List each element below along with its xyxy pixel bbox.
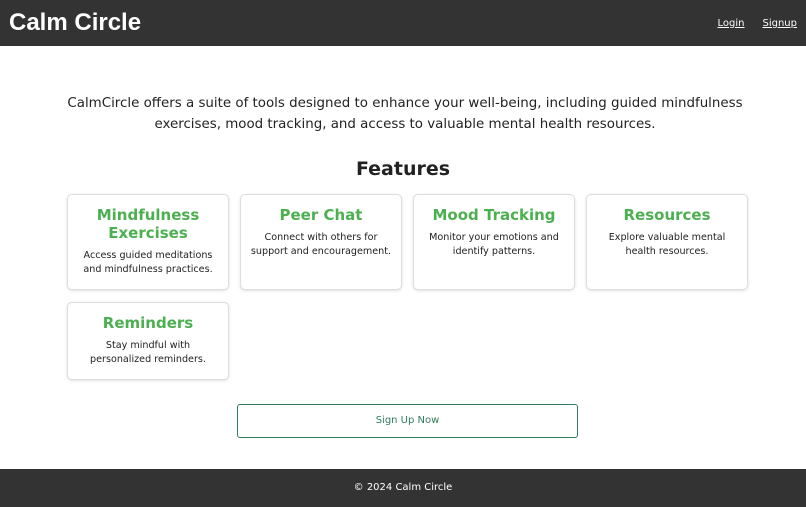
features-heading: Features (355, 158, 451, 180)
feature-card-description: Explore valuable mental health resources… (608, 232, 726, 257)
feature-card-description: Connect with others for support and enco… (250, 232, 392, 257)
site-footer: © 2024 Calm Circle (0, 469, 806, 507)
top-nav: Login Signup (718, 18, 797, 29)
intro-text: CalmCircle offers a suite of tools desig… (67, 96, 743, 132)
feature-card-resources: Resources Explore valuable mental health… (586, 194, 748, 290)
feature-card-title: Mindfulness Exercises (96, 206, 200, 242)
feature-card-title: Resources (623, 206, 711, 224)
feature-card-description: Monitor your emotions and identify patte… (429, 232, 559, 257)
site-header: Calm Circle Login Signup (0, 0, 806, 46)
copyright-text: © 2024 Calm Circle (353, 482, 453, 493)
feature-card-mood-tracking: Mood Tracking Monitor your emotions and … (413, 194, 575, 290)
feature-card-title: Reminders (102, 314, 194, 332)
feature-card-mindfulness: Mindfulness Exercises Access guided medi… (67, 194, 229, 290)
feature-card-description: Stay mindful with personalized reminders… (90, 340, 206, 365)
feature-card-peer-chat: Peer Chat Connect with others for suppor… (240, 194, 402, 290)
feature-card-title: Peer Chat (279, 206, 363, 224)
sign-up-now-button[interactable]: Sign Up Now (237, 404, 578, 438)
signup-link[interactable]: Signup (763, 18, 798, 29)
login-link[interactable]: Login (718, 18, 745, 29)
brand-logo-text[interactable]: Calm Circle (9, 9, 141, 37)
feature-card-title: Mood Tracking (432, 206, 556, 224)
feature-card-description: Access guided meditations and mindfulnes… (83, 250, 213, 275)
feature-card-reminders: Reminders Stay mindful with personalized… (67, 302, 229, 380)
